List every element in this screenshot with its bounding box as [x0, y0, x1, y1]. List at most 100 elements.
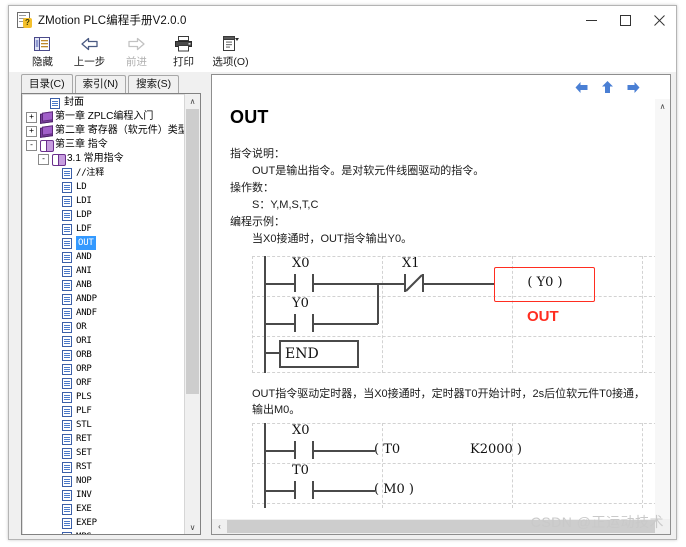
tree-item-label: ANI	[76, 266, 92, 276]
toolbar-button-options[interactable]: 选项(O)	[207, 34, 254, 69]
tree-item-pls[interactable]: PLS	[22, 390, 185, 404]
page-title: OUT	[230, 107, 269, 127]
toggle-spacer	[50, 463, 59, 472]
tree-item-mps[interactable]: MPS	[22, 530, 185, 534]
ladder-left-rail-2	[264, 423, 266, 508]
desc-body: OUT是输出指令。是对软元件线圈驱动的指令。	[252, 165, 485, 177]
tree-item-stl[interactable]: STL	[22, 418, 185, 432]
tree-scroll-up-button[interactable]: ∧	[185, 94, 200, 108]
tree-item-or[interactable]: OR	[22, 320, 185, 334]
collapse-toggle-icon[interactable]: -	[38, 153, 49, 165]
tree-item-exep[interactable]: EXEP	[22, 516, 185, 530]
topic-icon	[62, 447, 72, 459]
pane-splitter[interactable]	[203, 74, 211, 535]
toggle-spacer	[50, 421, 59, 430]
toggle-spacer	[50, 491, 59, 500]
tree-item-rst[interactable]: RST	[22, 460, 185, 474]
tree-item-andp[interactable]: ANDP	[22, 292, 185, 306]
topic-icon	[62, 363, 72, 375]
tree-item-andf[interactable]: ANDF	[22, 306, 185, 320]
tree-item-label: NOP	[76, 476, 92, 486]
example1-text: 当X0接通时，OUT指令输出Y0。	[252, 233, 413, 245]
tree-item-anb[interactable]: ANB	[22, 278, 185, 292]
toolbar-button-back[interactable]: 上一步	[66, 34, 113, 69]
ladder1-end-block: END	[279, 340, 359, 368]
topic-icon	[62, 531, 72, 534]
tree-item-zplc[interactable]: + 第一章 ZPLC编程入门	[22, 110, 185, 124]
toolbar-label-hide: 隐藏	[32, 56, 53, 68]
ladder1-label-x1: X1	[402, 256, 420, 271]
arrow-left-blue-icon	[575, 81, 587, 93]
toggle-spacer	[50, 407, 59, 416]
tree-item-ldi[interactable]: LDI	[22, 194, 185, 208]
close-button[interactable]	[642, 6, 676, 34]
toolbar-button-hide[interactable]: 隐藏	[19, 34, 66, 69]
ladder2-coil-m0: ( M0 )	[374, 482, 414, 497]
tree-item-label: ORP	[76, 364, 92, 374]
tree-scroll-down-button[interactable]: ∨	[185, 520, 200, 534]
tree-item-31[interactable]: - 3.1 常用指令	[22, 152, 185, 166]
tree-item-orb[interactable]: ORB	[22, 348, 185, 362]
tree-item-ori[interactable]: ORI	[22, 334, 185, 348]
tree-item-[interactable]: + 第二章 寄存器（软元件）类型	[22, 124, 185, 138]
arrow-right-blue-icon	[627, 81, 639, 93]
topic-icon	[62, 377, 72, 389]
nav-forward-button[interactable]	[620, 81, 646, 94]
maximize-button[interactable]	[608, 6, 642, 34]
document-scroll-left-button[interactable]: ‹	[212, 522, 227, 531]
topic-icon	[62, 391, 72, 403]
tab-index[interactable]: 索引(N)	[74, 75, 127, 93]
tree-item-inv[interactable]: INV	[22, 488, 185, 502]
tree-item-orf[interactable]: ORF	[22, 376, 185, 390]
contents-tree[interactable]: 封面 + 第一章 ZPLC编程入门 + 第二章 寄存器（软元件）类型 - 第三章 指令 - 3.…	[21, 93, 201, 535]
topic-icon	[62, 461, 72, 473]
tree-item-ldp[interactable]: LDP	[22, 208, 185, 222]
example-label: 编程示例：	[230, 216, 285, 228]
tree-item-ret[interactable]: RET	[22, 432, 185, 446]
toggle-spacer	[50, 295, 59, 304]
toggle-spacer	[50, 225, 59, 234]
collapse-toggle-icon[interactable]: -	[26, 139, 37, 151]
toolbar-button-forward[interactable]: 前进	[113, 34, 160, 69]
topic-icon	[62, 419, 72, 431]
toolbar-button-print[interactable]: 打印	[160, 34, 207, 69]
toggle-spacer	[50, 183, 59, 192]
document-scroll-up-button[interactable]: ∧	[655, 99, 670, 113]
toggle-spacer	[50, 211, 59, 220]
toggle-spacer	[50, 169, 59, 178]
operand-label: 操作数：	[230, 182, 274, 194]
expand-toggle-icon[interactable]: +	[26, 125, 37, 137]
tab-search[interactable]: 搜索(S)	[128, 75, 180, 93]
tree-item-exe[interactable]: EXE	[22, 502, 185, 516]
tree-item-set[interactable]: SET	[22, 446, 185, 460]
toggle-spacer	[50, 309, 59, 318]
document-vertical-scrollbar[interactable]: ∧	[655, 99, 670, 519]
tree-vertical-scrollbar[interactable]: ∧ ∨	[184, 94, 200, 534]
tree-item-plf[interactable]: PLF	[22, 404, 185, 418]
toggle-spacer	[50, 351, 59, 360]
tree-item-[interactable]: - 第三章 指令	[22, 138, 185, 152]
tree-item-ld[interactable]: LD	[22, 180, 185, 194]
topic-icon	[62, 195, 72, 207]
tree-item-orp[interactable]: ORP	[22, 362, 185, 376]
nav-back-button[interactable]	[568, 81, 594, 94]
printer-icon	[174, 35, 193, 53]
tree-item-label: LD	[76, 182, 87, 192]
tree-item-and[interactable]: AND	[22, 250, 185, 264]
expand-toggle-icon[interactable]: +	[26, 111, 37, 123]
tree-item-ldf[interactable]: LDF	[22, 222, 185, 236]
watermark: CSDN @正运动技术	[530, 514, 664, 530]
tree-item-nop[interactable]: NOP	[22, 474, 185, 488]
tree-item-ani[interactable]: ANI	[22, 264, 185, 278]
tree-item-[interactable]: 封面	[22, 96, 185, 110]
tree-item-out[interactable]: OUT	[22, 236, 185, 250]
minimize-button[interactable]	[574, 6, 608, 34]
nav-up-button[interactable]	[594, 80, 620, 94]
tree-item-label: 3.1 常用指令	[67, 153, 124, 164]
main-content: 目录(C) 索引(N) 搜索(S) 封面 + 第一章 ZPLC编程入门 + 第二章 寄存…	[9, 72, 676, 539]
tree-item-label: ANB	[76, 280, 92, 290]
tree-item-[interactable]: //注释	[22, 166, 185, 180]
toggle-spacer	[50, 393, 59, 402]
tab-contents[interactable]: 目录(C)	[21, 74, 73, 93]
tree-scroll-thumb[interactable]	[186, 109, 199, 394]
